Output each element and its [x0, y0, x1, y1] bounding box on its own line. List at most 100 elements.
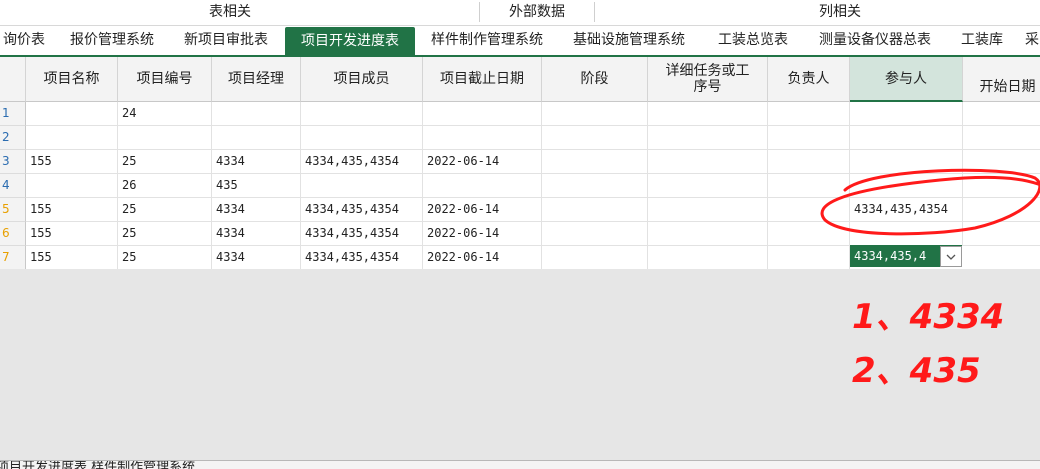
tab-new-project-approval[interactable]: 新项目审批表 — [174, 26, 278, 55]
cell-start-date[interactable] — [963, 150, 1040, 174]
cell-project-deadline[interactable]: 2022-06-14 — [423, 222, 542, 246]
cell-project-deadline[interactable] — [423, 174, 542, 198]
cell-project-members[interactable] — [301, 174, 423, 198]
cell-project-number[interactable]: 24 — [118, 102, 212, 126]
cell-stage[interactable] — [542, 126, 648, 150]
header-stage[interactable]: 阶段 — [542, 57, 648, 102]
cell-task-detail[interactable] — [648, 102, 768, 126]
cell-owner[interactable] — [768, 222, 850, 246]
participants-dropdown-button[interactable] — [940, 246, 962, 267]
cell-stage[interactable] — [542, 174, 648, 198]
row-header[interactable]: 3 — [0, 150, 26, 174]
cell-task-detail[interactable] — [648, 222, 768, 246]
cell-project-manager[interactable] — [212, 126, 301, 150]
tab-tooling-overview[interactable]: 工装总览表 — [708, 26, 798, 55]
cell-project-number[interactable]: 25 — [118, 246, 212, 269]
cell-participants[interactable] — [850, 102, 963, 126]
cell-project-manager[interactable] — [212, 102, 301, 126]
row-header[interactable]: 2 — [0, 126, 26, 150]
row-header[interactable]: 6 — [0, 222, 26, 246]
row-header[interactable]: 1 — [0, 102, 26, 126]
cell-owner[interactable] — [768, 126, 850, 150]
cell-project-manager[interactable]: 4334 — [212, 198, 301, 222]
tab-purchase-truncated[interactable]: 采 — [1022, 26, 1040, 55]
tab-tooling-library[interactable]: 工装库 — [954, 26, 1010, 55]
row-header[interactable]: 7 — [0, 246, 26, 269]
header-task-detail[interactable]: 详细任务或工序号 — [648, 57, 768, 102]
cell-start-date[interactable] — [963, 174, 1040, 198]
cell-project-name[interactable]: 155 — [26, 198, 118, 222]
row-header[interactable]: 5 — [0, 198, 26, 222]
row-header[interactable]: 4 — [0, 174, 26, 198]
cell-participants[interactable] — [850, 222, 963, 246]
cell-project-name[interactable] — [26, 126, 118, 150]
cell-project-members[interactable]: 4334,435,4354 — [301, 150, 423, 174]
chevron-down-icon — [946, 254, 956, 260]
cell-project-name[interactable]: 155 — [26, 246, 118, 269]
cell-participants[interactable] — [850, 126, 963, 150]
cell-stage[interactable] — [542, 198, 648, 222]
cell-project-number[interactable]: 25 — [118, 222, 212, 246]
cell-stage[interactable] — [542, 102, 648, 126]
cell-task-detail[interactable] — [648, 198, 768, 222]
tab-sample-management[interactable]: 样件制作管理系统 — [422, 26, 552, 55]
cell-owner[interactable] — [768, 102, 850, 126]
cell-start-date[interactable] — [963, 126, 1040, 150]
cell-project-number[interactable]: 25 — [118, 198, 212, 222]
cell-participants[interactable] — [850, 174, 963, 198]
cell-project-deadline[interactable] — [423, 126, 542, 150]
cell-project-deadline[interactable]: 2022-06-14 — [423, 150, 542, 174]
header-project-deadline[interactable]: 项目截止日期 — [423, 57, 542, 102]
header-project-manager[interactable]: 项目经理 — [212, 57, 301, 102]
cell-start-date[interactable] — [963, 222, 1040, 246]
cell-owner[interactable] — [768, 246, 850, 269]
cell-project-members[interactable]: 4334,435,4354 — [301, 246, 423, 269]
header-project-members[interactable]: 项目成员 — [301, 57, 423, 102]
cell-task-detail[interactable] — [648, 126, 768, 150]
cell-project-manager[interactable]: 4334 — [212, 150, 301, 174]
cell-project-deadline[interactable] — [423, 102, 542, 126]
cell-project-name[interactable]: 155 — [26, 222, 118, 246]
cell-task-detail[interactable] — [648, 174, 768, 198]
cell-task-detail[interactable] — [648, 150, 768, 174]
cell-project-name[interactable] — [26, 174, 118, 198]
cell-task-detail[interactable] — [648, 246, 768, 269]
cell-project-manager[interactable]: 435 — [212, 174, 301, 198]
header-start-date[interactable]: 开始日期 — [963, 57, 1040, 102]
tab-infrastructure-management[interactable]: 基础设施管理系统 — [564, 26, 694, 55]
tab-measuring-instruments[interactable]: 测量设备仪器总表 — [808, 26, 942, 55]
cell-stage[interactable] — [542, 246, 648, 269]
cell-start-date[interactable] — [963, 102, 1040, 126]
cell-project-number[interactable]: 26 — [118, 174, 212, 198]
cell-project-members[interactable] — [301, 102, 423, 126]
cell-participants[interactable]: 4334,435,4354 — [850, 198, 963, 222]
group-label-table-related: 表相关 — [209, 4, 251, 20]
header-project-name[interactable]: 项目名称 — [26, 57, 118, 102]
cell-project-members[interactable]: 4334,435,4354 — [301, 222, 423, 246]
cell-project-name[interactable] — [26, 102, 118, 126]
cell-project-manager[interactable]: 4334 — [212, 246, 301, 269]
cell-project-name[interactable]: 155 — [26, 150, 118, 174]
header-project-number[interactable]: 项目编号 — [118, 57, 212, 102]
cell-project-number[interactable]: 25 — [118, 150, 212, 174]
tab-quote-management[interactable]: 报价管理系统 — [60, 26, 164, 55]
cell-stage[interactable] — [542, 150, 648, 174]
cell-stage[interactable] — [542, 222, 648, 246]
cell-project-deadline[interactable]: 2022-06-14 — [423, 246, 542, 269]
cell-project-members[interactable] — [301, 126, 423, 150]
header-owner[interactable]: 负责人 — [768, 57, 850, 102]
cell-project-members[interactable]: 4334,435,4354 — [301, 198, 423, 222]
group-label-column-related: 列相关 — [819, 4, 861, 20]
cell-owner[interactable] — [768, 150, 850, 174]
tab-project-progress[interactable]: 项目开发进度表 — [285, 27, 415, 55]
cell-participants[interactable] — [850, 150, 963, 174]
header-participants[interactable]: 参与人 — [850, 57, 963, 102]
cell-project-deadline[interactable]: 2022-06-14 — [423, 198, 542, 222]
cell-owner[interactable] — [768, 174, 850, 198]
cell-project-manager[interactable]: 4334 — [212, 222, 301, 246]
cell-owner[interactable] — [768, 198, 850, 222]
cell-start-date[interactable] — [963, 246, 1040, 269]
cell-start-date[interactable] — [963, 198, 1040, 222]
cell-project-number[interactable] — [118, 126, 212, 150]
tab-inquiry[interactable]: 询价表 — [0, 26, 50, 55]
